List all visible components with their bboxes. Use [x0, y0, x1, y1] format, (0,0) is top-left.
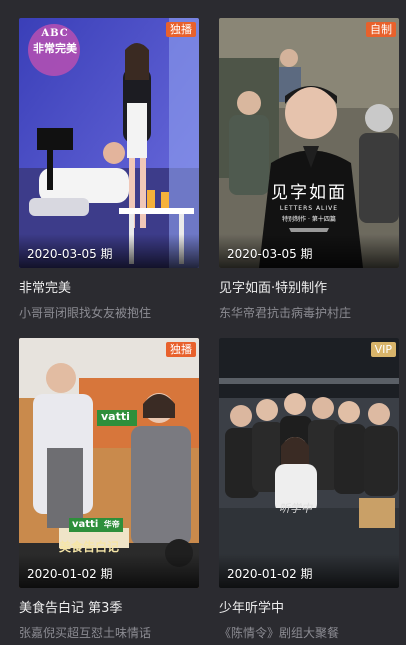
episode-date: 2020-01-02 期	[227, 567, 313, 581]
video-card[interactable]: 见字如面 LETTERS ALIVE 特别制作 · 第十四篇 自制 2020-0…	[219, 18, 399, 321]
brand-name: vatti	[72, 519, 99, 530]
poster-title-block: 见字如面 LETTERS ALIVE 特别制作 · 第十四篇	[219, 178, 399, 223]
episode-date: 2020-01-02 期	[27, 567, 113, 581]
logo-bottom-text: 非常完美	[33, 42, 77, 55]
video-subtitle: 《陈情令》剧组大聚餐	[219, 626, 340, 640]
video-thumbnail[interactable]: 听学中 VIP 2020-01-02 期	[219, 338, 399, 588]
video-subtitle: 东华帝君抗击病毒护村庄	[219, 306, 352, 320]
video-thumbnail[interactable]: ABC 非常完美 独播 2020-03-05 期	[19, 18, 199, 268]
poster-subtitle: 特别制作 · 第十四篇	[282, 216, 336, 223]
show-logo: 听学中	[279, 502, 312, 515]
video-card[interactable]: ABC 非常完美 独播 2020-03-05 期 非常完美 小哥哥闭眼找女友被抱…	[19, 18, 199, 321]
brand-sign-bottom: vatti 华帝	[72, 519, 120, 530]
video-card[interactable]: vatti vatti 华帝 美食告白记 独播 2020-01-02 期 美食告…	[19, 338, 199, 641]
variety-show-grid: ABC 非常完美 独播 2020-03-05 期 非常完美 小哥哥闭眼找女友被抱…	[0, 0, 406, 645]
video-title[interactable]: 见字如面·特别制作	[219, 277, 399, 296]
poster-english-title: LETTERS ALIVE	[279, 205, 339, 212]
brand-sign-top: vatti	[101, 410, 130, 423]
video-subtitle: 张嘉倪买超互怼土味情话	[19, 626, 152, 640]
episode-date: 2020-03-05 期	[227, 247, 313, 261]
video-title[interactable]: 非常完美	[19, 277, 199, 296]
vip-badge: VIP	[370, 342, 396, 357]
episode-date: 2020-03-05 期	[27, 247, 113, 261]
video-title[interactable]: 美食告白记 第3季	[19, 597, 199, 616]
show-logo: ABC 非常完美	[31, 28, 79, 56]
video-subtitle: 小哥哥闭眼找女友被抱住	[19, 306, 152, 320]
video-thumbnail[interactable]: vatti vatti 华帝 美食告白记 独播 2020-01-02 期	[19, 338, 199, 588]
show-logo: 美食告白记	[59, 540, 120, 554]
logo-top-text: ABC	[41, 28, 69, 39]
thumbnail-image	[219, 18, 399, 268]
exclusive-badge: 独播	[166, 342, 196, 357]
video-title[interactable]: 少年听学中	[219, 597, 399, 616]
exclusive-badge: 独播	[166, 22, 196, 37]
thumbnail-image	[219, 338, 399, 588]
brand-name-cn: 华帝	[103, 520, 120, 529]
video-thumbnail[interactable]: 见字如面 LETTERS ALIVE 特别制作 · 第十四篇 自制 2020-0…	[219, 18, 399, 268]
video-card[interactable]: 听学中 VIP 2020-01-02 期 少年听学中 《陈情令》剧组大聚餐	[219, 338, 399, 641]
original-badge: 自制	[366, 22, 396, 37]
poster-title: 见字如面	[271, 183, 347, 203]
